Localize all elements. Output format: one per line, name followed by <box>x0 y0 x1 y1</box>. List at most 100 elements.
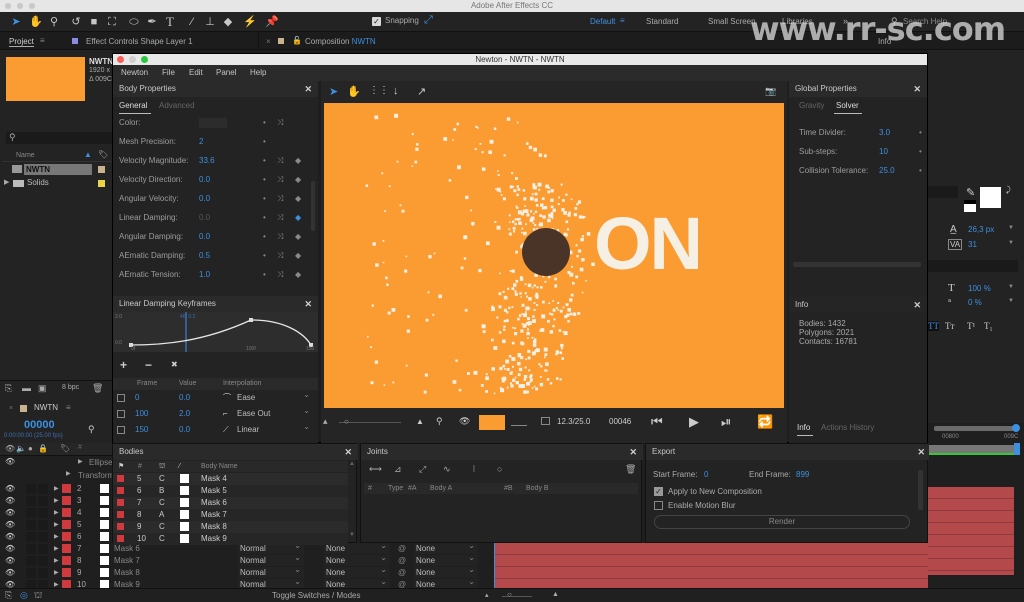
expand-arrow-icon[interactable]: ▶ <box>54 507 59 519</box>
randomize-icon[interactable]: ⤨ <box>277 151 283 170</box>
layer-visibility-icon[interactable]: 👁 <box>5 495 15 507</box>
render-button[interactable]: Render <box>654 515 910 529</box>
project-menu-icon[interactable]: ≡ <box>40 36 45 45</box>
subscript-button[interactable]: T₁ <box>984 321 993 331</box>
project-item-nwtn[interactable]: NWTN <box>12 164 112 175</box>
keyframe-active-icon[interactable]: ◆ <box>295 208 301 227</box>
menu-help[interactable]: Help <box>250 65 266 81</box>
randomize-icon[interactable]: ⤨ <box>277 170 283 189</box>
rotate-tool-icon[interactable]: ↺ <box>68 14 84 30</box>
timeline-menu-icon[interactable]: ≡ <box>66 403 71 412</box>
window-close-button[interactable] <box>5 3 11 9</box>
layer-row[interactable]: 👁▶9Mask 8NormalNone@None <box>0 564 495 579</box>
body-fill-swatch[interactable] <box>180 486 189 495</box>
distance-joint-icon[interactable]: ⟷ <box>369 464 382 475</box>
brush-tool-icon[interactable]: ⁄ <box>184 14 200 30</box>
layer-label-color[interactable] <box>62 556 71 565</box>
tracking-value[interactable]: 31 <box>968 240 977 249</box>
scroll-up-icon[interactable]: ▲ <box>349 461 355 467</box>
label-color[interactable] <box>98 180 105 187</box>
baseline-dropdown-icon[interactable]: ▼ <box>1008 298 1014 304</box>
body-type[interactable]: C <box>159 473 165 485</box>
body-row[interactable]: 10 C Mask 9 <box>113 533 348 545</box>
audio-toggle-icon[interactable]: 🔈 <box>16 444 26 453</box>
layer-lock-box[interactable] <box>38 556 48 566</box>
layer-solo-box[interactable] <box>26 568 36 578</box>
body-fill-swatch[interactable] <box>180 498 189 507</box>
wheel-joint-icon[interactable]: ○ <box>497 464 502 474</box>
layer-lock-box[interactable] <box>38 520 48 530</box>
zoom-in-icon[interactable]: ▲ <box>416 417 424 426</box>
interpolation-dropdown[interactable]: ⟋ Linear <box>221 421 313 435</box>
body-fill-swatch[interactable] <box>180 510 189 519</box>
timecode[interactable]: 00000 <box>24 419 55 431</box>
clone-stamp-tool-icon[interactable]: ⊥ <box>202 14 218 30</box>
sort-ascending-icon[interactable]: ▲ <box>84 150 92 159</box>
layer-label-color[interactable] <box>62 496 71 505</box>
body-row[interactable]: 9 C Mask 8 <box>113 521 348 533</box>
randomize-icon[interactable]: ⤨ <box>277 246 283 265</box>
work-area-bar[interactable] <box>934 426 1014 431</box>
pivot-joint-icon[interactable]: ⊿ <box>394 464 402 475</box>
delete-joint-icon[interactable]: 🗑 <box>625 464 636 475</box>
tab-project[interactable]: Project <box>9 37 34 47</box>
layer-bars-lower[interactable] <box>495 543 928 588</box>
render-time-icon[interactable]: ◎ <box>20 590 28 601</box>
piston-joint-icon[interactable]: ⤢ <box>419 464 426 475</box>
label-color[interactable] <box>98 166 105 173</box>
body-color[interactable] <box>117 499 124 506</box>
layer-visibility-icon[interactable]: 👁 <box>5 555 15 567</box>
layer-visibility-icon[interactable]: 👁 <box>5 519 15 531</box>
eyedropper-icon[interactable]: ✎ <box>966 186 975 199</box>
layer-solo-box[interactable] <box>26 508 36 518</box>
layer-solo-box[interactable] <box>26 496 36 506</box>
prop-value[interactable]: 10 <box>879 142 888 161</box>
menu-file[interactable]: File <box>162 65 175 81</box>
body-color[interactable] <box>117 487 124 494</box>
tab-info-bottom[interactable]: Info <box>797 423 814 436</box>
expand-panes-icon[interactable]: ⛫ <box>34 590 42 602</box>
body-row[interactable]: 7 C Mask 6 <box>113 497 348 509</box>
spring-joint-icon[interactable]: ∿ <box>443 464 451 475</box>
expand-arrow-icon[interactable]: ▶ <box>54 495 59 507</box>
expand-arrow-icon[interactable]: ▶ <box>54 519 59 531</box>
workspace-standard[interactable]: Standard <box>646 17 678 26</box>
randomize-icon[interactable]: ⤨ <box>277 265 283 284</box>
prop-value[interactable]: 25.0 <box>879 161 895 180</box>
project-search-input[interactable]: ⚲ <box>6 132 112 144</box>
body-row[interactable]: 5 C Mask 4 <box>113 473 348 485</box>
randomize-icon[interactable]: ⤨ <box>277 189 283 208</box>
layer-visibility-icon[interactable]: 👁 <box>5 543 15 555</box>
body-type[interactable]: C <box>159 533 165 545</box>
region-icon[interactable] <box>541 417 550 425</box>
velocity-arrow-icon[interactable]: ↗ <box>417 85 426 98</box>
body-color[interactable] <box>117 511 124 518</box>
keyframe-checkbox[interactable] <box>117 426 125 434</box>
close-icon[interactable]: ✕ <box>344 444 352 460</box>
lock-toggle-icon[interactable]: 🔒 <box>38 444 48 453</box>
snap-options-icon[interactable]: ⤢ <box>424 14 433 27</box>
global-scrollbar[interactable] <box>793 262 921 267</box>
close-icon[interactable]: ✕ <box>304 296 312 312</box>
expand-arrow-icon[interactable]: ▶ <box>54 531 59 543</box>
keyframe-row[interactable]: 150 0.0 ⟋ Linear <box>113 421 318 436</box>
start-frame-value[interactable]: 0 <box>704 470 708 479</box>
layer-solo-box[interactable] <box>26 532 36 542</box>
solo-toggle-icon[interactable]: ● <box>28 444 33 453</box>
new-folder-icon[interactable]: ▬ <box>22 383 31 393</box>
layer-lock-box[interactable] <box>38 544 48 554</box>
layer-visibility-icon[interactable]: 👁 <box>5 483 15 495</box>
layer-row[interactable]: 👁▶8Mask 7NormalNone@None <box>0 552 495 567</box>
body-color[interactable] <box>117 535 124 542</box>
all-caps-button[interactable]: TT <box>928 321 939 331</box>
delete-icon[interactable]: 🗑 <box>92 383 103 394</box>
expand-arrow-icon[interactable]: ▶ <box>54 543 59 555</box>
ellipse-tool-icon[interactable]: ⬭ <box>126 14 142 30</box>
timeline-comp-name[interactable]: NWTN <box>34 403 58 412</box>
snapshot-camera-icon[interactable]: 📷 <box>765 86 776 97</box>
video-toggle-icon[interactable]: 👁 <box>5 444 15 453</box>
prop-value[interactable]: 2 <box>199 132 203 151</box>
layer-solo-box[interactable] <box>26 484 36 494</box>
select-tool-icon[interactable]: ➤ <box>329 85 338 98</box>
body-type[interactable]: B <box>159 485 164 497</box>
